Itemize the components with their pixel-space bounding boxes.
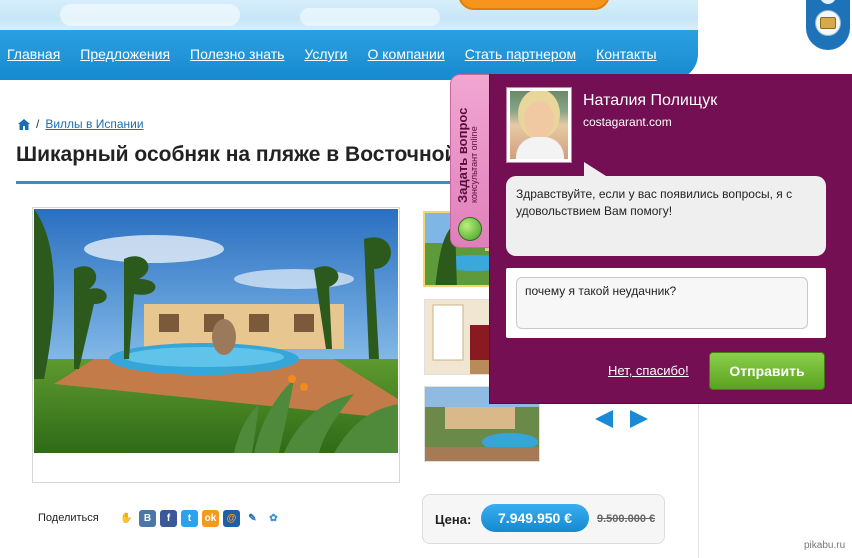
price-label: Цена: [435, 512, 472, 527]
nav-item-contacts[interactable]: Контакты [596, 46, 656, 62]
facebook-icon[interactable]: f [160, 510, 177, 527]
odnoklassniki-icon[interactable]: ✋ [118, 510, 135, 527]
share-bar: Поделиться ✋ B f t ok @ ✎ ✿ [38, 510, 282, 527]
gallery-next-arrow-icon[interactable] [630, 410, 648, 428]
nav-item-offers[interactable]: Предложения [80, 46, 170, 62]
greeting-bubble: Здравствуйте, если у вас появились вопро… [506, 162, 826, 256]
nav-items: Главная Предложения Полезно знать Услуги… [7, 46, 657, 62]
greeting-text: Здравствуйте, если у вас появились вопро… [516, 187, 793, 218]
nav-item-about[interactable]: О компании [367, 46, 444, 62]
main-photo-frame [32, 207, 400, 483]
catalog-book-icon[interactable] [815, 10, 841, 36]
ask-question-tab-text: Задать вопрос консультант online [455, 108, 479, 203]
right-top-widget[interactable] [806, 0, 850, 50]
vkontakte-icon[interactable]: B [139, 510, 156, 527]
page-title: Шикарный особняк на пляже в Восточной [16, 143, 458, 166]
agent-site: costagarant.com [583, 115, 672, 129]
nav-item-useful[interactable]: Полезно знать [190, 46, 284, 62]
consultant-online-label: консультант online [469, 126, 479, 203]
chat-panel: Наталия Полищук costagarant.com Здравств… [489, 74, 852, 404]
ask-question-tab[interactable]: Задать вопрос консультант online [450, 74, 490, 248]
breadcrumb-separator: / [36, 117, 40, 131]
ask-question-title: Задать вопрос [455, 107, 470, 203]
header-orange-tab[interactable] [458, 0, 610, 10]
nav-item-home[interactable]: Главная [7, 46, 60, 62]
page: Главная Предложения Полезно знать Услуги… [0, 0, 852, 558]
twitter-icon[interactable]: t [181, 510, 198, 527]
globe-icon [458, 217, 482, 241]
widget-top-button[interactable] [820, 0, 836, 4]
mailru-icon[interactable]: @ [223, 510, 240, 527]
price-old: 9.500.000 € [597, 513, 656, 525]
odnoklassniki-ok-icon[interactable]: ok [202, 510, 219, 527]
send-button[interactable]: Отправить [709, 352, 825, 390]
livejournal-icon[interactable]: ✎ [244, 510, 261, 527]
main-villa-photo[interactable] [34, 209, 398, 453]
breadcrumb: / Виллы в Испании [18, 117, 144, 131]
share-icons: ✋ B f t ok @ ✎ ✿ [118, 510, 282, 527]
main-navigation: Главная Предложения Полезно знать Услуги… [0, 30, 698, 80]
chat-message-input[interactable]: почему я такой неудачник? [516, 277, 808, 329]
decline-link[interactable]: Нет, спасибо! [608, 363, 689, 378]
settings-share-icon[interactable]: ✿ [265, 510, 282, 527]
nav-item-services[interactable]: Услуги [304, 46, 347, 62]
home-icon[interactable] [18, 118, 30, 130]
nav-item-partner[interactable]: Стать партнером [465, 46, 576, 62]
gallery-prev-arrow-icon[interactable] [595, 410, 613, 428]
chat-input-wrapper: почему я такой неудачник? [506, 268, 826, 338]
avatar [506, 87, 572, 163]
agent-name: Наталия Полищук [583, 92, 718, 109]
breadcrumb-link-villas[interactable]: Виллы в Испании [45, 117, 143, 131]
share-label: Поделиться [38, 512, 99, 524]
watermark: pikabu.ru [804, 540, 846, 551]
price-current: 7.949.950 € [481, 504, 589, 532]
price-box: Цена: 7.949.950 € 9.500.000 € [422, 494, 665, 544]
